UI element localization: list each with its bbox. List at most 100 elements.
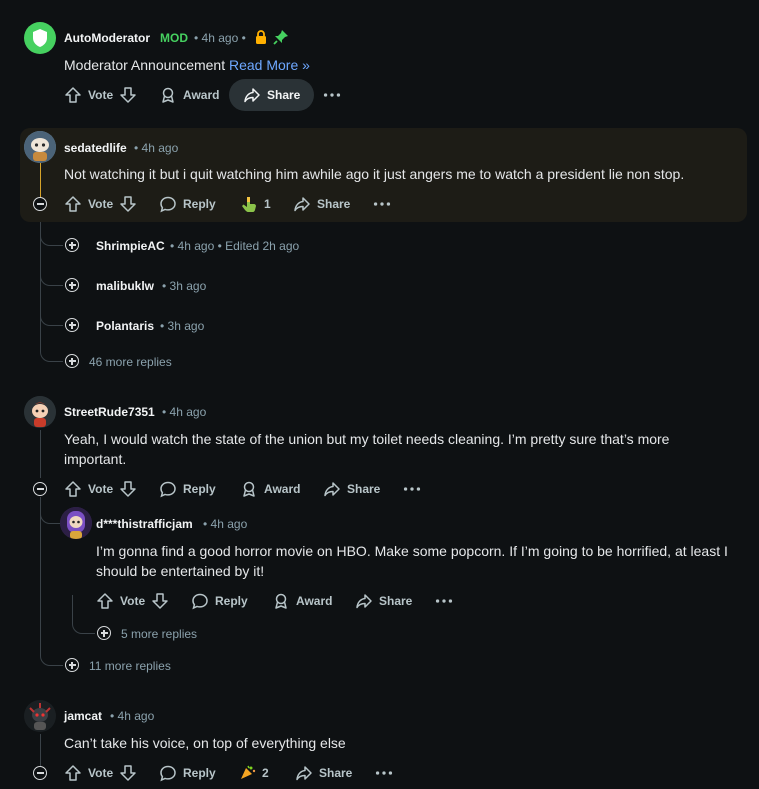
award-label: Award [264, 482, 301, 496]
share-button[interactable]: Share [293, 188, 350, 220]
share-arrow-icon [324, 482, 340, 497]
share-arrow-icon [356, 594, 372, 609]
comment-text-line: Yeah, I would watch the state of the uni… [64, 431, 670, 447]
comment-text: I’m gonna find a good horror movie on HB… [96, 541, 746, 581]
arrow-down-icon[interactable] [119, 195, 137, 213]
more-replies-link[interactable]: 5 more replies [121, 627, 197, 641]
comment-text-line: should be entertained by it! [96, 563, 265, 579]
comment-text: Moderator Announcement [64, 57, 226, 73]
more-options-button[interactable] [435, 585, 453, 617]
comment-time: • 4h ago [110, 709, 155, 723]
comment-time: • 3h ago [160, 319, 205, 333]
username[interactable]: AutoModerator [64, 31, 150, 45]
avatar[interactable] [24, 700, 56, 732]
username[interactable]: StreetRude7351 [64, 405, 155, 419]
arrow-up-icon[interactable] [64, 480, 82, 498]
share-arrow-icon [244, 88, 260, 103]
share-label: Share [267, 88, 301, 102]
award-button[interactable]: Award [159, 79, 219, 111]
username[interactable]: sedatedlife [64, 141, 127, 155]
more-options-button[interactable] [375, 757, 393, 789]
automoderator-avatar[interactable] [24, 22, 56, 54]
collapse-icon[interactable] [33, 482, 47, 496]
share-button[interactable]: Share [323, 473, 380, 505]
award-count-label: 1 [264, 197, 271, 211]
vote-label: Vote [120, 594, 146, 608]
reply-button[interactable]: Reply [159, 757, 216, 789]
vote-control[interactable]: Vote [64, 79, 137, 111]
vote-label: Vote [88, 482, 114, 496]
username[interactable]: ShrimpieAC [96, 239, 165, 253]
more-options-button[interactable] [323, 79, 341, 111]
more-options-button[interactable] [373, 188, 391, 220]
award-button[interactable]: Award [240, 473, 300, 505]
snoo-avatar-icon [24, 396, 56, 428]
vote-control[interactable]: Vote [64, 757, 137, 789]
thread-elbow [40, 505, 61, 524]
vote-control[interactable]: Vote [96, 585, 169, 617]
award-icon [275, 593, 287, 609]
username[interactable]: Polantaris [96, 319, 154, 333]
expand-icon[interactable] [65, 318, 79, 332]
comment-text-line: important. [64, 451, 127, 467]
pin-icon [273, 30, 288, 45]
award-button[interactable]: Award [272, 585, 332, 617]
ellipsis-icon [403, 487, 421, 491]
comment-time: • 3h ago [162, 279, 207, 293]
expand-icon[interactable] [65, 238, 79, 252]
award-count[interactable]: 1 [240, 188, 271, 220]
speech-bubble-icon [192, 593, 208, 610]
share-button[interactable]: Share [229, 79, 315, 111]
arrow-down-icon[interactable] [119, 86, 137, 104]
more-replies-link[interactable]: 46 more replies [89, 355, 172, 369]
award-count[interactable]: 2 [238, 757, 269, 789]
avatar[interactable] [24, 396, 56, 428]
arrow-down-icon[interactable] [119, 764, 137, 782]
reply-label: Reply [215, 594, 248, 608]
award-icon [243, 481, 255, 497]
ellipsis-icon [375, 771, 393, 775]
reply-button[interactable]: Reply [159, 188, 216, 220]
read-more-link[interactable]: Read More » [229, 57, 310, 73]
vote-control[interactable]: Vote [64, 188, 137, 220]
arrow-up-icon[interactable] [64, 195, 82, 213]
expand-icon[interactable] [65, 658, 79, 672]
share-label: Share [317, 197, 351, 211]
pointing-hand-award-icon [242, 197, 256, 212]
share-button[interactable]: Share [295, 757, 352, 789]
comment-time: • 4h ago • [194, 31, 246, 45]
arrow-down-icon[interactable] [119, 480, 137, 498]
more-options-button[interactable] [403, 473, 421, 505]
reply-button[interactable]: Reply [159, 473, 216, 505]
comment-text: Can’t take his voice, on top of everythi… [64, 735, 346, 751]
arrow-up-icon[interactable] [64, 86, 82, 104]
reply-button[interactable]: Reply [191, 585, 248, 617]
username[interactable]: jamcat [64, 709, 102, 723]
avatar[interactable] [24, 131, 56, 163]
snoo-avatar-icon [24, 131, 56, 163]
ellipsis-icon [323, 93, 341, 97]
expand-icon[interactable] [97, 626, 111, 640]
username[interactable]: d***thistrafficjam [96, 517, 193, 531]
comment-time: • 4h ago [162, 405, 207, 419]
share-button[interactable]: Share [355, 585, 412, 617]
expand-icon[interactable] [65, 354, 79, 368]
username[interactable]: malibuklw [96, 279, 154, 293]
collapse-icon[interactable] [33, 766, 47, 780]
expand-icon[interactable] [65, 278, 79, 292]
comment-time: • 4h ago [203, 517, 248, 531]
vote-control[interactable]: Vote [64, 473, 137, 505]
avatar[interactable] [60, 507, 92, 539]
vote-label: Vote [88, 766, 114, 780]
collapse-icon[interactable] [33, 197, 47, 211]
vote-label: Vote [88, 88, 114, 102]
snoo-avatar-icon [60, 507, 92, 539]
arrow-up-icon[interactable] [64, 764, 82, 782]
arrow-down-icon[interactable] [151, 592, 169, 610]
more-replies-link[interactable]: 11 more replies [89, 659, 171, 673]
arrow-up-icon[interactable] [96, 592, 114, 610]
shield-icon [33, 29, 47, 47]
vote-label: Vote [88, 197, 114, 211]
thread-elbow [40, 310, 63, 326]
speech-bubble-icon [160, 481, 176, 498]
